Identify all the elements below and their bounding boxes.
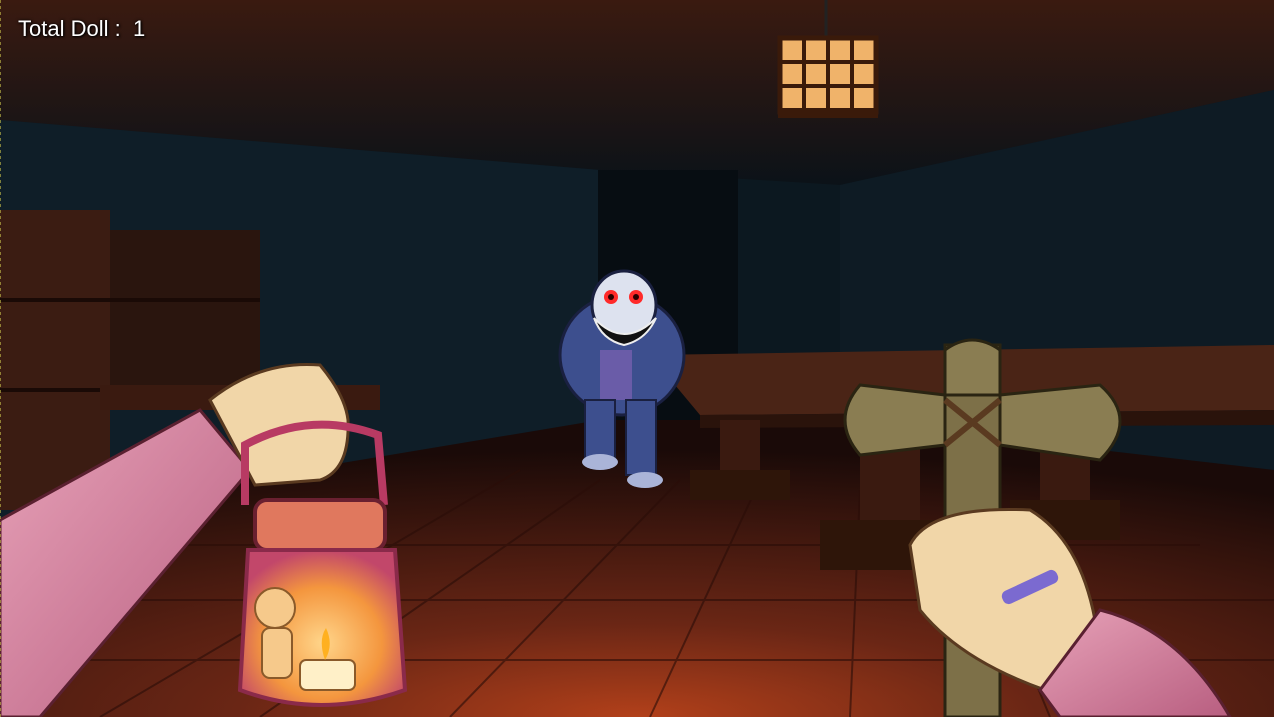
scene-art xyxy=(0,0,1274,717)
doll-counter-value: 1 xyxy=(132,16,146,41)
viewport-edge-marker xyxy=(0,0,1,717)
doll-counter-label: Total Doll : xyxy=(18,16,121,41)
doll-counter: Total Doll : 1 xyxy=(18,16,145,42)
game-viewport: Total Doll : 1 xyxy=(0,0,1274,717)
